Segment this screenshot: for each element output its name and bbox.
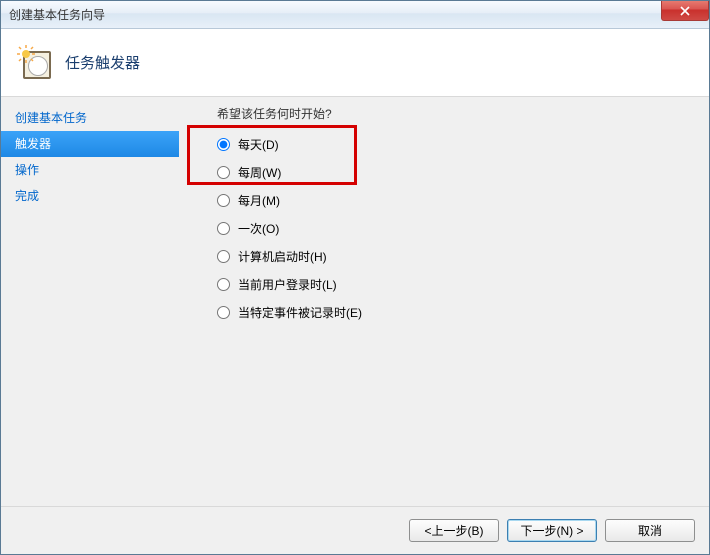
close-button[interactable] (661, 1, 709, 21)
wizard-footer: <上一步(B) 下一步(N) > 取消 (1, 506, 709, 554)
trigger-icon (19, 47, 51, 79)
back-button[interactable]: <上一步(B) (409, 519, 499, 542)
sidebar-item-create-task[interactable]: 创建基本任务 (1, 105, 179, 131)
option-label: 当前用户登录时(L) (238, 276, 337, 293)
titlebar: 创建基本任务向导 (1, 1, 709, 29)
close-icon (680, 6, 690, 16)
wizard-window: 创建基本任务向导 任务触发器 创建基本任务 触发器 (0, 0, 710, 555)
radio-weekly[interactable] (217, 166, 230, 179)
option-event[interactable]: 当特定事件被记录时(E) (217, 304, 695, 321)
option-daily[interactable]: 每天(D) (217, 136, 695, 153)
option-monthly[interactable]: 每月(M) (217, 192, 695, 209)
next-button[interactable]: 下一步(N) > (507, 519, 597, 542)
option-label: 每天(D) (238, 136, 279, 153)
radio-daily[interactable] (217, 138, 230, 151)
wizard-content: 希望该任务何时开始? 每天(D) 每周(W) 每月(M) 一次(O) (179, 97, 709, 506)
page-title: 任务触发器 (65, 52, 140, 73)
wizard-sidebar: 创建基本任务 触发器 操作 完成 (1, 97, 179, 506)
cancel-button[interactable]: 取消 (605, 519, 695, 542)
option-label: 每周(W) (238, 164, 281, 181)
radio-monthly[interactable] (217, 194, 230, 207)
window-title: 创建基本任务向导 (9, 6, 105, 23)
option-logon[interactable]: 当前用户登录时(L) (217, 276, 695, 293)
option-label: 计算机启动时(H) (238, 248, 327, 265)
sidebar-item-finish[interactable]: 完成 (1, 183, 179, 209)
option-startup[interactable]: 计算机启动时(H) (217, 248, 695, 265)
prompt-text: 希望该任务何时开始? (217, 105, 695, 122)
option-label: 当特定事件被记录时(E) (238, 304, 362, 321)
radio-startup[interactable] (217, 250, 230, 263)
option-label: 一次(O) (238, 220, 279, 237)
radio-event[interactable] (217, 306, 230, 319)
wizard-body: 创建基本任务 触发器 操作 完成 希望该任务何时开始? 每天(D) 每周(W) … (1, 97, 709, 506)
trigger-options: 每天(D) 每周(W) 每月(M) 一次(O) 计算机启动时(H) (217, 136, 695, 321)
radio-once[interactable] (217, 222, 230, 235)
option-once[interactable]: 一次(O) (217, 220, 695, 237)
sidebar-item-action[interactable]: 操作 (1, 157, 179, 183)
wizard-header: 任务触发器 (1, 29, 709, 97)
sidebar-item-trigger[interactable]: 触发器 (1, 131, 179, 157)
option-label: 每月(M) (238, 192, 280, 209)
option-weekly[interactable]: 每周(W) (217, 164, 695, 181)
radio-logon[interactable] (217, 278, 230, 291)
